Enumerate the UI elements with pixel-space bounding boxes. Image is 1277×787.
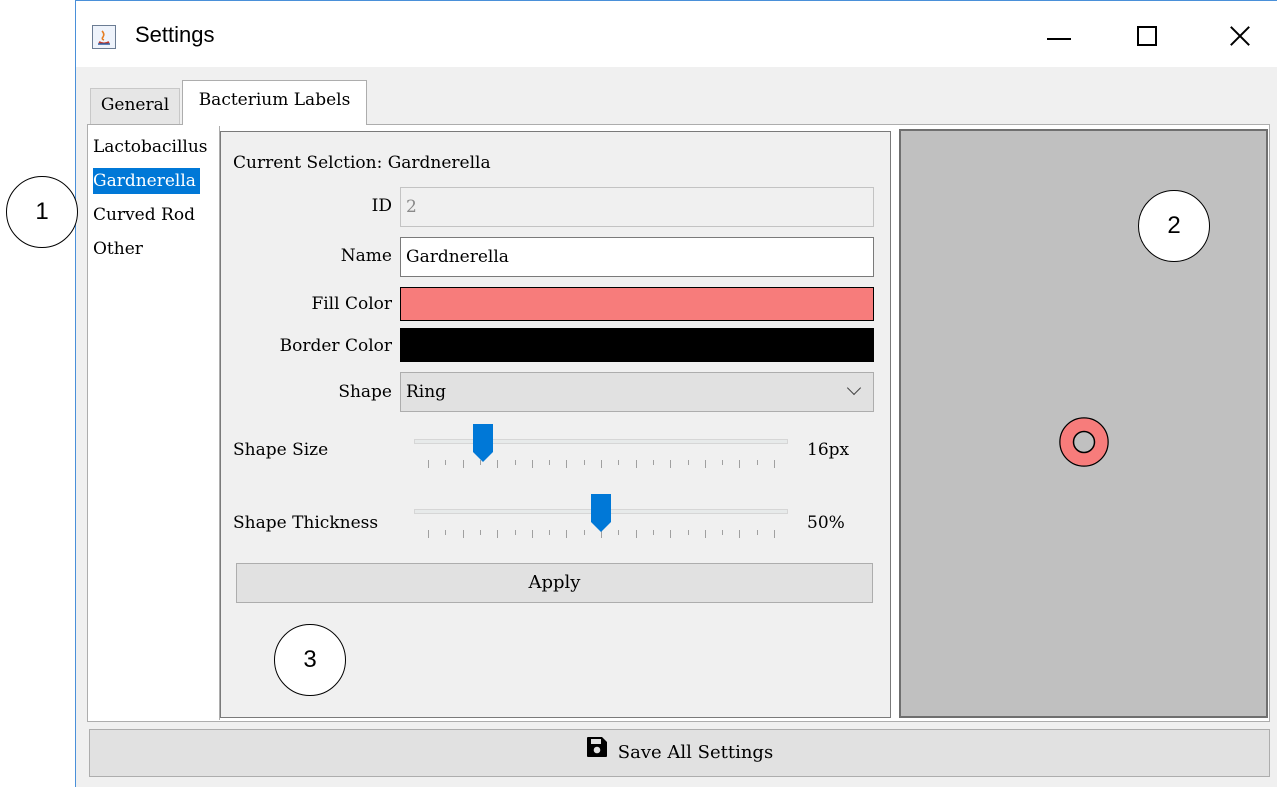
- shape-size-slider-thumb[interactable]: [473, 424, 494, 462]
- save-all-settings-button[interactable]: Save All Settings: [89, 729, 1270, 777]
- shape-size-label: Shape Size: [233, 440, 329, 460]
- slider-tick: [652, 530, 654, 535]
- shape-thickness-slider-thumb[interactable]: [591, 494, 611, 532]
- save-all-settings-label: Save All Settings: [617, 742, 774, 763]
- callout-3: 3: [274, 624, 346, 696]
- maximize-button[interactable]: [1125, 18, 1175, 58]
- slider-tick: [704, 530, 706, 538]
- slider-tick: [497, 460, 499, 468]
- shape-size-value: 16px: [807, 440, 850, 460]
- shape-thickness-value: 50%: [807, 513, 845, 533]
- fill-color-label: Fill Color: [311, 294, 392, 314]
- slider-tick: [549, 530, 551, 535]
- current-selection-label: Current Selction: Gardnerella: [233, 153, 491, 173]
- list-item-other[interactable]: Other: [93, 236, 147, 262]
- slider-tick: [462, 460, 464, 468]
- slider-tick: [739, 530, 741, 538]
- minimize-button[interactable]: [1035, 18, 1095, 58]
- slider-tick: [566, 530, 568, 538]
- ring-preview-shape: [1059, 417, 1109, 467]
- slider-tick: [531, 530, 533, 538]
- callout-2: 2: [1138, 190, 1210, 262]
- id-field: 2: [400, 187, 874, 227]
- slider-tick: [774, 530, 775, 538]
- list-item-curved-rod[interactable]: Curved Rod: [93, 202, 199, 228]
- shape-preview-panel: [899, 129, 1268, 718]
- slider-tick: [704, 460, 706, 468]
- slider-tick: [670, 530, 672, 538]
- shape-dropdown[interactable]: Ring: [400, 372, 874, 412]
- shape-size-slider[interactable]: [414, 424, 788, 474]
- slider-tick: [428, 460, 429, 468]
- slider-tick: [722, 530, 724, 535]
- shape-label: Shape: [338, 382, 392, 402]
- slider-tick: [774, 460, 775, 468]
- slider-tick: [722, 460, 724, 465]
- id-label: ID: [371, 196, 392, 216]
- callout-1: 1: [6, 176, 78, 248]
- slider-tick: [618, 460, 620, 465]
- tab-bacterium-labels[interactable]: Bacterium Labels: [182, 80, 367, 125]
- java-app-icon: [92, 25, 116, 49]
- slider-tick: [635, 530, 637, 538]
- chevron-down-icon: [846, 380, 862, 396]
- slider-tick: [462, 530, 464, 538]
- slider-tick: [583, 460, 585, 465]
- slider-tick: [670, 460, 672, 468]
- slider-tick: [756, 530, 758, 535]
- name-label: Name: [340, 246, 392, 266]
- slider-tick: [549, 460, 551, 465]
- slider-tick: [739, 460, 741, 468]
- slider-tick: [531, 460, 533, 468]
- shape-thickness-label: Shape Thickness: [233, 513, 379, 533]
- slider-tick: [514, 530, 516, 535]
- slider-tick: [635, 460, 637, 468]
- slider-tick: [652, 460, 654, 465]
- slider-tick: [514, 460, 516, 465]
- border-color-swatch[interactable]: [400, 328, 874, 362]
- border-color-label: Border Color: [279, 336, 392, 356]
- slider-tick: [601, 460, 602, 468]
- slider-tick: [566, 460, 568, 468]
- close-button[interactable]: [1215, 18, 1265, 58]
- slider-tick: [445, 460, 447, 465]
- slider-tick: [583, 530, 585, 535]
- shape-value: Ring: [406, 382, 447, 402]
- list-item-lactobacillus[interactable]: Lactobacillus: [93, 134, 212, 160]
- slider-tick: [687, 460, 689, 465]
- bacterium-list[interactable]: Lactobacillus Gardnerella Curved Rod Oth…: [89, 126, 220, 720]
- slider-tick: [479, 530, 481, 535]
- slider-tick: [756, 460, 758, 465]
- apply-button[interactable]: Apply: [236, 563, 873, 603]
- slider-tick: [428, 530, 429, 538]
- slider-tick: [445, 530, 447, 535]
- shape-thickness-slider[interactable]: [414, 494, 788, 544]
- tab-general[interactable]: General: [90, 88, 180, 124]
- slider-tick: [687, 530, 689, 535]
- title-bar[interactable]: [76, 1, 1277, 67]
- fill-color-swatch[interactable]: [400, 287, 874, 321]
- name-field[interactable]: Gardnerella: [400, 237, 874, 277]
- slider-tick: [618, 530, 620, 535]
- floppy-disk-icon: [586, 730, 608, 776]
- list-item-gardnerella[interactable]: Gardnerella: [93, 168, 200, 194]
- window-title: Settings: [135, 22, 215, 47]
- slider-tick: [497, 530, 499, 538]
